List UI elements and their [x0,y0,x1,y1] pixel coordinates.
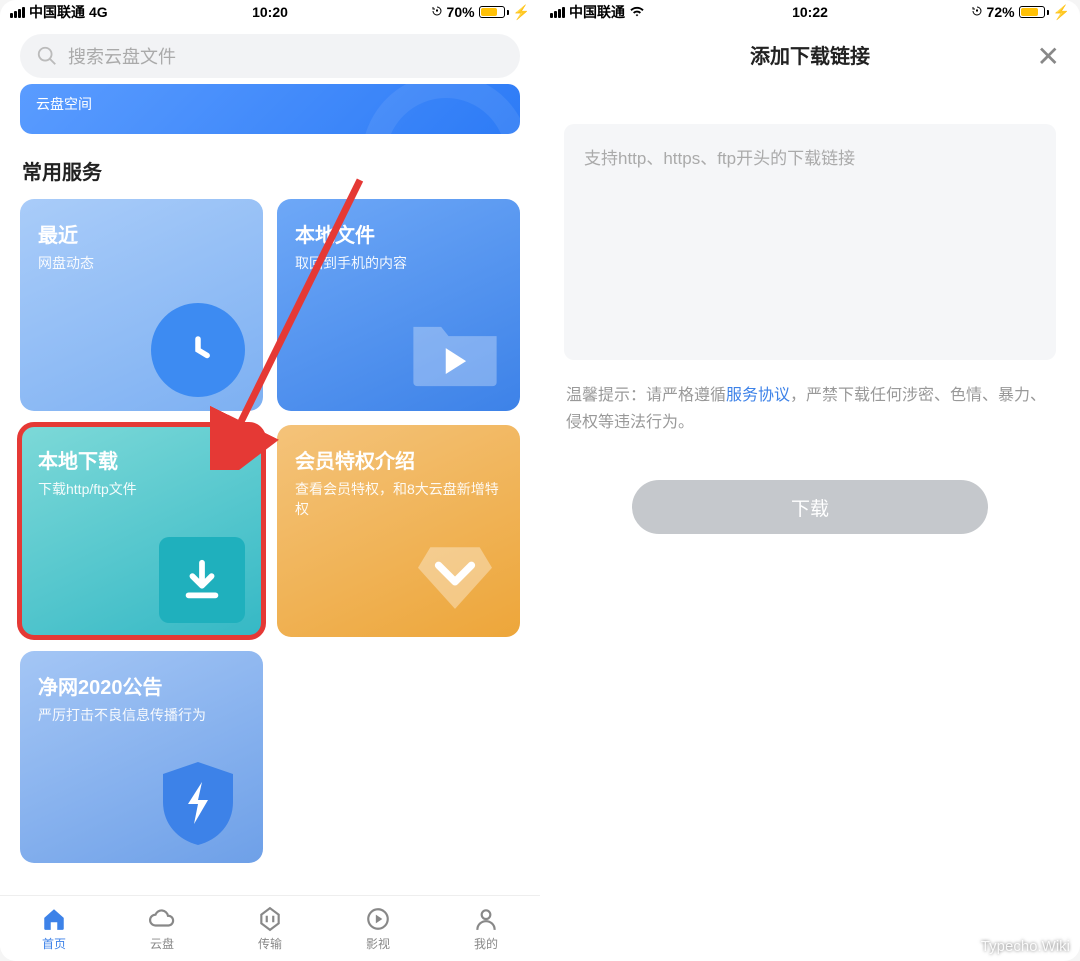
nav-cloud[interactable]: 云盘 [149,906,175,952]
nav-label: 云盘 [150,935,174,952]
modal-header: 添加下载链接 ✕ [540,24,1080,84]
nav-label: 我的 [474,935,498,952]
service-agreement-link[interactable]: 服务协议 [726,387,790,404]
banner-text: 云盘空间 [36,96,92,112]
textarea-placeholder: 支持http、https、ftp开头的下载链接 [584,149,855,168]
battery-percent: 72% [987,4,1015,20]
card-title: 本地文件 [295,219,502,248]
carrier-label: 中国联通 [29,2,85,22]
diamond-chevron-icon [408,529,502,623]
download-icon [159,537,245,623]
rotation-lock-icon [431,4,443,20]
shield-bolt-icon [151,755,245,849]
charging-icon: ⚡ [513,4,530,21]
card-recent[interactable]: 最近 网盘动态 [20,199,263,411]
network-label: 4G [89,4,108,20]
card-sub: 严厉打击不良信息传播行为 [38,706,245,726]
battery-percent: 70% [447,4,475,20]
carrier-label: 中国联通 [569,2,625,22]
person-icon [473,906,499,932]
close-icon[interactable]: ✕ [1037,40,1060,73]
home-icon [41,906,67,932]
search-icon [36,45,58,67]
download-button[interactable]: 下载 [632,480,988,534]
play-circle-icon [365,906,391,932]
status-bar: 中国联通 4G 10:20 70% ⚡ [0,0,540,24]
nav-transfer[interactable]: 传输 [257,906,283,952]
phone-left-screen: 中国联通 4G 10:20 70% ⚡ 搜索云盘文件 云盘空间 常用服务 最近 … [0,0,540,961]
nav-label: 首页 [42,935,66,952]
search-placeholder: 搜索云盘文件 [68,43,176,69]
section-title: 常用服务 [22,156,518,185]
download-button-label: 下载 [791,494,829,521]
card-sub: 网盘动态 [38,254,245,274]
card-sub: 取回到手机的内容 [295,254,502,274]
phone-right-screen: 中国联通 10:22 72% ⚡ 添加下载链接 ✕ 支持http、https、f… [540,0,1080,961]
battery-icon [1019,6,1049,18]
clock-icon [151,303,245,397]
cloud-space-banner[interactable]: 云盘空间 [20,84,520,134]
nav-me[interactable]: 我的 [473,906,499,952]
card-title: 本地下载 [38,445,245,474]
card-title: 会员特权介绍 [295,445,502,474]
tip-prefix: 温馨提示：请严格遵循 [566,387,726,404]
card-sub: 查看会员特权，和8大云盘新增特权 [295,480,502,519]
card-local-download[interactable]: 本地下载 下载http/ftp文件 [20,425,263,637]
nav-media[interactable]: 影视 [365,906,391,952]
card-title: 净网2020公告 [38,671,245,700]
status-bar: 中国联通 10:22 72% ⚡ [540,0,1080,24]
card-title: 最近 [38,219,245,248]
service-grid: 最近 网盘动态 本地文件 取回到手机的内容 本地下载 下载http/ftp文件 … [0,199,540,863]
url-textarea[interactable]: 支持http、https、ftp开头的下载链接 [564,124,1056,360]
status-time: 10:20 [252,4,288,20]
status-time: 10:22 [792,4,828,20]
transfer-icon [257,906,283,932]
modal-title: 添加下载链接 [750,40,870,69]
card-net-notice[interactable]: 净网2020公告 严厉打击不良信息传播行为 [20,651,263,863]
cloud-icon [149,906,175,932]
wifi-icon [629,4,645,20]
nav-label: 影视 [366,935,390,952]
signal-icon [10,7,25,18]
watermark: Typecho.Wiki [981,938,1070,955]
signal-icon [550,7,565,18]
card-vip-intro[interactable]: 会员特权介绍 查看会员特权，和8大云盘新增特权 [277,425,520,637]
card-sub: 下载http/ftp文件 [38,480,245,500]
card-local-files[interactable]: 本地文件 取回到手机的内容 [277,199,520,411]
rotation-lock-icon [971,4,983,20]
search-input[interactable]: 搜索云盘文件 [20,34,520,78]
bottom-nav: 首页 云盘 传输 影视 我的 [0,895,540,961]
nav-label: 传输 [258,935,282,952]
battery-icon [479,6,509,18]
tip-text: 温馨提示：请严格遵循服务协议，严禁下载任何涉密、色情、暴力、侵权等违法行为。 [566,382,1054,436]
charging-icon: ⚡ [1053,4,1070,21]
nav-home[interactable]: 首页 [41,906,67,952]
folder-play-icon [408,303,502,397]
